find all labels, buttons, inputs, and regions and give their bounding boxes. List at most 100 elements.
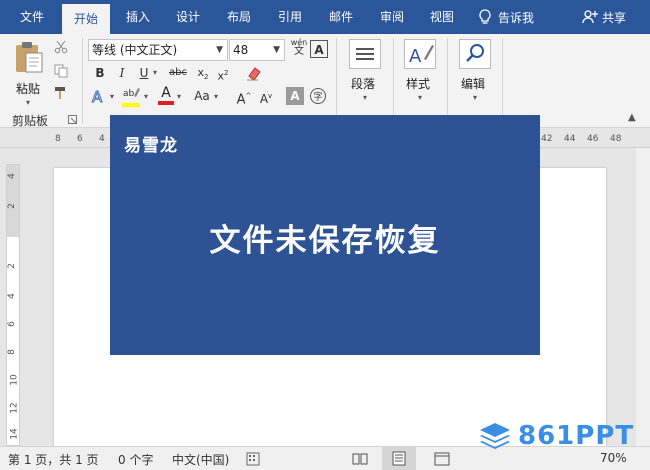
tab-insert[interactable]: 插入 (116, 0, 160, 34)
paste-button[interactable]: 粘贴 ▾ (12, 40, 46, 107)
ruler-tick-label: 14 (9, 428, 20, 440)
tab-mailings[interactable]: 邮件 (319, 0, 363, 34)
clipboard-group-label: 剪贴板 (12, 114, 49, 128)
phonetic-guide-button[interactable]: wén 文 (289, 38, 309, 60)
font-name-combo[interactable]: 等线 (中文正文) ▼ (88, 39, 228, 61)
tab-home[interactable]: 开始 (62, 4, 110, 34)
tab-file[interactable]: 文件 (10, 0, 54, 34)
ruler-tick-label: 6 (77, 134, 83, 144)
svg-text:A: A (92, 88, 103, 104)
banner-headline: 文件未保存恢复 (209, 223, 441, 259)
chevron-down-icon: ▼ (273, 45, 280, 55)
ruler-tick-label: 4 (6, 293, 17, 299)
font-color-swatch (158, 101, 174, 105)
underline-dropdown-icon[interactable]: ▾ (153, 68, 157, 77)
page-count[interactable]: 第 1 页，共 1 页 (8, 451, 99, 468)
vertical-scrollbar[interactable] (636, 148, 650, 446)
enclose-characters-icon[interactable]: 字 (309, 87, 327, 105)
ruler-tick-label: 42 (541, 134, 553, 144)
highlight-swatch (122, 103, 140, 107)
ruler-tick-label: 8 (6, 349, 17, 355)
font-size-value: 48 (233, 43, 249, 57)
format-painter-icon[interactable] (54, 86, 68, 100)
macro-record-icon[interactable] (246, 452, 260, 466)
language-indicator[interactable]: 中文(中国) (172, 451, 229, 468)
share-button[interactable]: 共享 (582, 0, 626, 34)
editing-button[interactable]: 编辑 ▾ (455, 39, 495, 105)
collapse-ribbon-icon[interactable]: ▲ (628, 112, 636, 123)
text-effects-icon[interactable]: A (90, 88, 108, 104)
ruler-tick-label: 44 (564, 134, 576, 144)
change-case-dropdown-icon[interactable]: ▾ (214, 92, 218, 101)
svg-text:字: 字 (314, 91, 323, 103)
bold-button[interactable]: B (91, 64, 109, 82)
svg-text:A: A (409, 46, 422, 67)
layers-logo-icon (480, 423, 510, 449)
tab-review[interactable]: 审阅 (370, 0, 414, 34)
paste-dropdown-icon[interactable]: ▾ (26, 98, 30, 107)
paragraph-dropdown-icon[interactable]: ▾ (363, 93, 367, 102)
ruler-tick-label: 8 (55, 134, 61, 144)
brand-logo-text: 易雪龙 (124, 136, 178, 156)
title-banner: 易雪龙 文件未保存恢复 (110, 115, 540, 355)
print-layout-icon (392, 451, 406, 466)
styles-dropdown-icon[interactable]: ▾ (418, 93, 422, 102)
word-count[interactable]: 0 个字 (118, 451, 153, 468)
clear-formatting-icon[interactable] (246, 65, 262, 81)
cut-icon[interactable] (54, 40, 68, 54)
highlight-dropdown-icon[interactable]: ▾ (144, 92, 148, 101)
strikethrough-button[interactable]: abc (166, 64, 190, 82)
shrink-font-button[interactable]: Av (256, 87, 276, 106)
text-effects-dropdown-icon[interactable]: ▾ (110, 92, 114, 101)
font-size-combo[interactable]: 48 ▼ (229, 39, 285, 61)
ribbon-home: 粘贴 ▾ 剪贴板 等线 (中文正文) ▼ 48 ▼ wén 文 A B I U ▾… (0, 34, 650, 128)
dialog-launcher-icon[interactable] (68, 115, 77, 124)
styles-icon: A (404, 39, 436, 69)
ruler-tick-label: 4 (99, 134, 105, 144)
chevron-down-icon: ▼ (216, 45, 223, 55)
superscript-button[interactable]: x2 (214, 64, 232, 83)
italic-button[interactable]: I (113, 64, 131, 82)
styles-button[interactable]: A 样式 ▾ (400, 39, 440, 105)
font-color-a-icon: A (161, 85, 171, 101)
font-color-button[interactable]: A (157, 86, 175, 106)
ruler-tick-label: 6 (6, 321, 17, 327)
tell-me-box[interactable]: 告诉我 (478, 0, 534, 34)
highlight-color-button[interactable]: ab (122, 86, 142, 107)
ruler-tick-label: 48 (610, 134, 622, 144)
paragraph-label: 段落 (351, 77, 376, 91)
person-add-icon (582, 10, 598, 24)
change-case-button[interactable]: Aa (190, 87, 214, 105)
ruler-tick-label: 12 (9, 402, 20, 414)
underline-button[interactable]: U (135, 64, 153, 82)
character-border-button[interactable]: A (310, 40, 328, 58)
copy-icon[interactable] (54, 64, 68, 78)
font-color-dropdown-icon[interactable]: ▾ (177, 92, 181, 101)
read-mode-icon[interactable] (352, 452, 368, 466)
svg-text:ab: ab (123, 89, 135, 99)
ruler-tick-label: 46 (587, 134, 599, 144)
editing-dropdown-icon[interactable]: ▾ (473, 93, 477, 102)
web-layout-icon[interactable] (434, 452, 450, 466)
ruler-tick-label: 4 (6, 173, 17, 179)
tab-view[interactable]: 视图 (420, 0, 464, 34)
grow-font-button[interactable]: A^ (234, 87, 254, 107)
paragraph-icon (349, 39, 381, 69)
subscript-button[interactable]: x2 (194, 64, 212, 82)
tab-references[interactable]: 引用 (268, 0, 312, 34)
watermark: 861PPT (478, 420, 634, 452)
tab-design[interactable]: 设计 (166, 0, 210, 34)
styles-label: 样式 (406, 77, 431, 91)
paragraph-button[interactable]: 段落 ▾ (345, 39, 385, 105)
tab-layout[interactable]: 布局 (217, 0, 261, 34)
editing-label: 编辑 (461, 77, 486, 91)
character-shading-button[interactable]: A (286, 87, 304, 105)
ruler-tick-label: 10 (9, 374, 20, 386)
zoom-level[interactable]: 70% (600, 451, 627, 465)
print-layout-view-button[interactable] (382, 447, 416, 470)
search-icon (459, 39, 491, 69)
vertical-ruler: 4 2 2 4 6 8 10 12 14 (6, 164, 20, 446)
share-label: 共享 (602, 10, 627, 25)
font-name-value: 等线 (中文正文) (92, 43, 178, 57)
tell-me-label: 告诉我 (498, 10, 535, 25)
